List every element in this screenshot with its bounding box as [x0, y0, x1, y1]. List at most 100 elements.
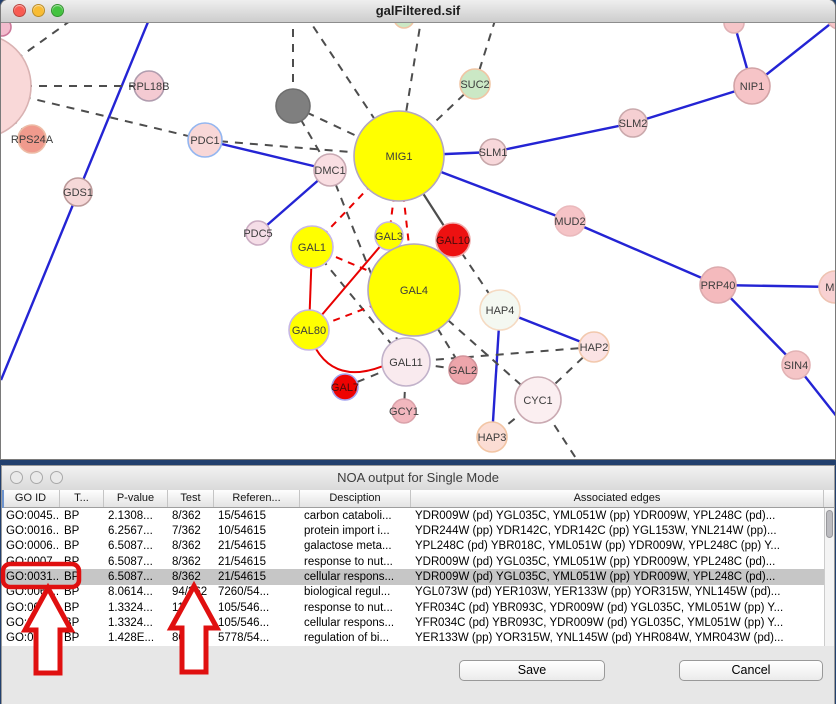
column-header-go-id[interactable]: GO ID: [2, 490, 60, 507]
cell-4-row-1[interactable]: 10/54615: [214, 525, 300, 537]
cell-5-row-4[interactable]: cellular respons...: [300, 571, 411, 583]
cell-1-row-1[interactable]: BP: [60, 525, 104, 537]
cell-5-row-8[interactable]: regulation of bi...: [300, 632, 411, 644]
cell-6-row-5[interactable]: YGL073W (pd) YER103W, YER133W (pp) YOR31…: [411, 586, 824, 598]
cell-1-row-6[interactable]: BP: [60, 602, 104, 614]
column-header-referen-[interactable]: Referen...: [214, 490, 300, 507]
cell-6-row-8[interactable]: YER133W (pp) YOR315W, YNL145W (pd) YHR08…: [411, 632, 824, 644]
cell-4-row-8[interactable]: 5778/54...: [214, 632, 300, 644]
column-header-desciption[interactable]: Desciption: [300, 490, 411, 507]
table-row[interactable]: GO:0031...BP6.5087...8/36221/54615cellul…: [2, 569, 824, 584]
table-row[interactable]: GO:0031...BP1.3324...11/362105/546...cel…: [2, 615, 824, 630]
cell-3-row-5[interactable]: 94/362: [168, 586, 214, 598]
cell-5-row-3[interactable]: response to nut...: [300, 556, 411, 568]
cell-5-row-6[interactable]: response to nut...: [300, 602, 411, 614]
network-graph[interactable]: RPL18BRPS24AGDS1PDC1MIG1SUC2SLM1DMC1SLM2…: [1, 23, 835, 459]
cell-0-row-2[interactable]: GO:0006...: [2, 540, 60, 552]
node-topgreen[interactable]: [394, 23, 414, 28]
column-header-p-value[interactable]: P-value: [104, 490, 168, 507]
cell-5-row-2[interactable]: galactose meta...: [300, 540, 411, 552]
cell-1-row-4[interactable]: BP: [60, 571, 104, 583]
cell-2-row-8[interactable]: 1.428E...: [104, 632, 168, 644]
cell-6-row-7[interactable]: YFR034C (pd) YBR093C, YDR009W (pd) YGL03…: [411, 617, 824, 629]
cell-3-row-8[interactable]: 80/362: [168, 632, 214, 644]
cell-3-row-0[interactable]: 8/362: [168, 510, 214, 522]
cell-4-row-4[interactable]: 21/54615: [214, 571, 300, 583]
cell-6-row-3[interactable]: YDR009W (pd) YGL035C, YML051W (pp) YDR00…: [411, 556, 824, 568]
cell-0-row-0[interactable]: GO:0045...: [2, 510, 60, 522]
cell-6-row-6[interactable]: YFR034C (pd) YBR093C, YDR009W (pd) YGL03…: [411, 602, 824, 614]
scrollbar-thumb[interactable]: [826, 510, 833, 538]
node-label: MSI: [825, 282, 835, 294]
node-gray1[interactable]: [276, 89, 310, 123]
cell-6-row-2[interactable]: YPL248C (pd) YBR018C, YML051W (pp) YDR00…: [411, 540, 824, 552]
cell-0-row-6[interactable]: GO:0031...: [2, 602, 60, 614]
network-window-title: galFiltered.sif: [1, 3, 835, 18]
cancel-button[interactable]: Cancel: [679, 660, 823, 681]
cell-3-row-6[interactable]: 11/362: [168, 602, 214, 614]
cell-0-row-8[interactable]: GO:0050...: [2, 632, 60, 644]
save-button[interactable]: Save: [459, 660, 605, 681]
node-cornerpink[interactable]: [1, 23, 11, 36]
table-row[interactable]: GO:0007...BP6.5087...8/36221/54615respon…: [2, 554, 824, 569]
cell-6-row-0[interactable]: YDR009W (pd) YGL035C, YML051W (pp) YDR00…: [411, 510, 824, 522]
noa-window-titlebar[interactable]: NOA output for Single Mode: [2, 466, 834, 491]
cell-2-row-7[interactable]: 1.3324...: [104, 617, 168, 629]
cell-1-row-2[interactable]: BP: [60, 540, 104, 552]
table-row[interactable]: GO:0016...BP6.2567...7/36210/54615protei…: [2, 523, 824, 538]
cell-0-row-7[interactable]: GO:0031...: [2, 617, 60, 629]
cell-1-row-8[interactable]: BP: [60, 632, 104, 644]
cell-4-row-7[interactable]: 105/546...: [214, 617, 300, 629]
node-label: PDC5: [243, 228, 272, 240]
table-scrollbar[interactable]: [824, 508, 834, 646]
table-row[interactable]: GO:0050...BP1.428E...80/3625778/54...reg…: [2, 631, 824, 646]
table-row[interactable]: GO:0006...BP6.5087...8/36221/54615galact…: [2, 539, 824, 554]
cell-4-row-3[interactable]: 21/54615: [214, 556, 300, 568]
table-row[interactable]: GO:0065...BP8.0614...94/3627260/54...bio…: [2, 585, 824, 600]
cell-6-row-4[interactable]: YDR009W (pd) YGL035C, YML051W (pp) YDR00…: [411, 571, 824, 583]
node-label: GDS1: [63, 187, 93, 199]
column-header-t-[interactable]: T...: [60, 490, 104, 507]
cell-2-row-5[interactable]: 8.0614...: [104, 586, 168, 598]
table-header: GO IDT...P-valueTestReferen...Desciption…: [2, 490, 834, 508]
cell-3-row-4[interactable]: 8/362: [168, 571, 214, 583]
table-row[interactable]: GO:0031...BP1.3324...11/362105/546...res…: [2, 600, 824, 615]
cell-1-row-0[interactable]: BP: [60, 510, 104, 522]
cell-5-row-1[interactable]: protein import i...: [300, 525, 411, 537]
cell-4-row-0[interactable]: 15/54615: [214, 510, 300, 522]
node-label: RPL18B: [129, 81, 170, 93]
cell-3-row-2[interactable]: 8/362: [168, 540, 214, 552]
cell-4-row-5[interactable]: 7260/54...: [214, 586, 300, 598]
cell-5-row-5[interactable]: biological regul...: [300, 586, 411, 598]
noa-window: NOA output for Single Mode GO IDT...P-va…: [2, 466, 834, 704]
cell-5-row-0[interactable]: carbon cataboli...: [300, 510, 411, 522]
network-window-titlebar[interactable]: galFiltered.sif: [1, 0, 835, 23]
cell-0-row-1[interactable]: GO:0016...: [2, 525, 60, 537]
cell-0-row-4[interactable]: GO:0031...: [2, 571, 60, 583]
node-bigleft[interactable]: [1, 34, 31, 138]
cell-2-row-0[interactable]: 2.1308...: [104, 510, 168, 522]
results-table: GO:0045...BP2.1308...8/36215/54615carbon…: [2, 508, 824, 646]
cell-1-row-3[interactable]: BP: [60, 556, 104, 568]
cell-0-row-5[interactable]: GO:0065...: [2, 586, 60, 598]
cell-2-row-1[interactable]: 6.2567...: [104, 525, 168, 537]
cell-1-row-7[interactable]: BP: [60, 617, 104, 629]
table-row[interactable]: GO:0045...BP2.1308...8/36215/54615carbon…: [2, 508, 824, 523]
cell-3-row-7[interactable]: 11/362: [168, 617, 214, 629]
cell-2-row-4[interactable]: 6.5087...: [104, 571, 168, 583]
edge-dash: [406, 347, 594, 362]
cell-0-row-3[interactable]: GO:0007...: [2, 556, 60, 568]
cell-3-row-3[interactable]: 8/362: [168, 556, 214, 568]
cell-2-row-2[interactable]: 6.5087...: [104, 540, 168, 552]
cell-6-row-1[interactable]: YDR244W (pp) YDR142C, YDR142C (pp) YGL15…: [411, 525, 824, 537]
cell-2-row-6[interactable]: 1.3324...: [104, 602, 168, 614]
cell-3-row-1[interactable]: 7/362: [168, 525, 214, 537]
cell-1-row-5[interactable]: BP: [60, 586, 104, 598]
cell-4-row-2[interactable]: 21/54615: [214, 540, 300, 552]
node-toppink[interactable]: [724, 23, 744, 33]
cell-2-row-3[interactable]: 6.5087...: [104, 556, 168, 568]
column-header-associated-edges[interactable]: Associated edges: [411, 490, 824, 507]
column-header-test[interactable]: Test: [168, 490, 214, 507]
cell-5-row-7[interactable]: cellular respons...: [300, 617, 411, 629]
cell-4-row-6[interactable]: 105/546...: [214, 602, 300, 614]
